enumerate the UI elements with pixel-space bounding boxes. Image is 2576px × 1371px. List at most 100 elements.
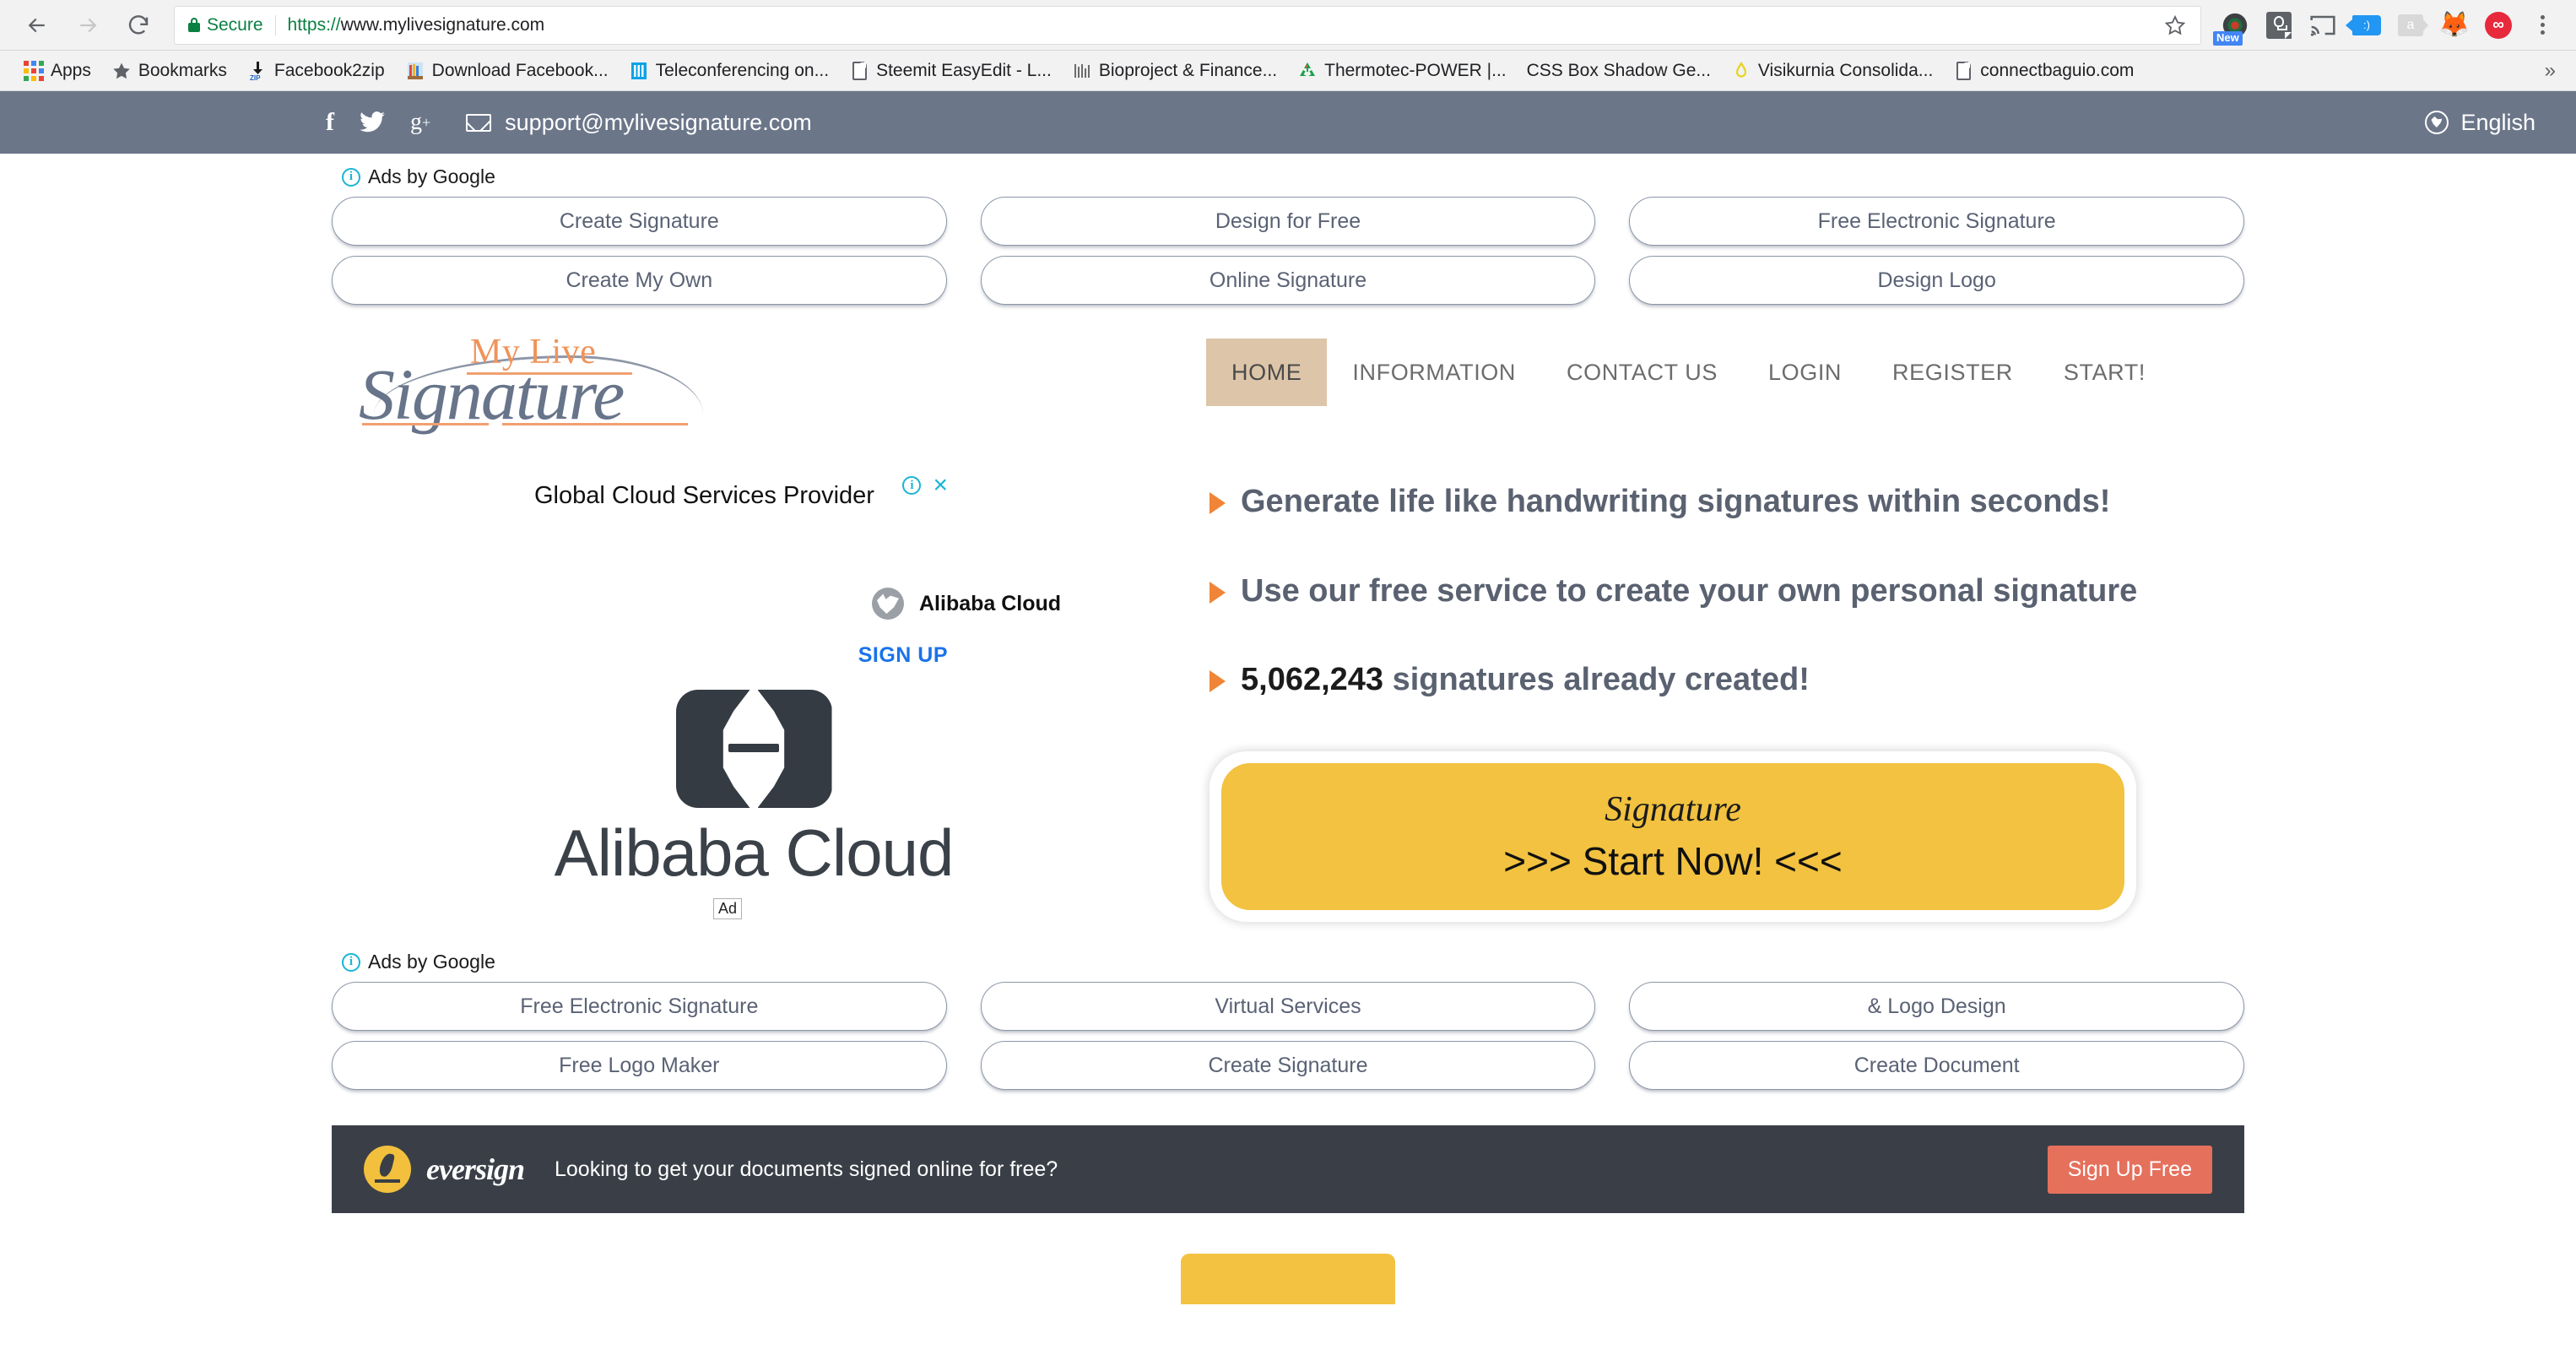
eversign-signup-button[interactable]: Sign Up Free [2047,1145,2212,1194]
security-indicator[interactable]: Secure [188,15,263,35]
nav-item-information[interactable]: INFORMATION [1327,339,1541,406]
ad-button-create-signature[interactable]: Create Signature [980,1041,1596,1091]
feature-text-3: 5,062,243 signatures already created! [1241,662,1810,699]
ad-button-free-electronic-signature[interactable]: Free Electronic Signature [1629,197,2244,246]
info-icon[interactable]: i [342,167,360,187]
bookmark-star-icon[interactable] [2163,14,2187,37]
ad-info-icon[interactable]: i [902,476,922,495]
bookmark-thermotec-power[interactable]: Thermotec-POWER |... [1287,57,1517,84]
bottom-ads-section: i Ads by Google Free Electronic Signatur… [332,922,2244,1091]
support-email[interactable]: support@mylivesignature.com [466,110,812,136]
google-keep-icon[interactable] [2259,5,2299,46]
signature-count: 5,062,243 [1241,662,1384,698]
bookmark-apps[interactable]: Apps [14,57,101,84]
bookmark-visikurnia[interactable]: Visikurnia Consolida... [1721,57,1943,84]
bookmark-css-box-shadow[interactable]: CSS Box Shadow Ge... [1517,57,1721,84]
chrome-menu-icon[interactable] [2522,5,2562,46]
video-chat-icon[interactable]: a [2390,5,2431,46]
bookmark-connectbaguio[interactable]: connectbaguio.com [1943,57,2144,84]
yellow-drop-icon [1731,61,1751,81]
nav-item-contact-us[interactable]: CONTACT US [1541,339,1743,406]
ad-button-create-document[interactable]: Create Document [1629,1041,2244,1091]
advertiser-name: Alibaba Cloud [919,591,1062,615]
partial-yellow-button[interactable] [1181,1254,1395,1305]
address-bar[interactable]: Secure https://www.mylivesignature.com [174,5,2201,45]
start-now-button[interactable]: Signature >>> Start Now! <<< [1221,763,2124,911]
site-logo[interactable]: Signature My Live [359,328,713,435]
language-selector[interactable]: English [2425,110,2535,136]
firefox-fox-icon[interactable]: 🦊 [2434,5,2475,46]
bookmark-bioproject-finance[interactable]: Bioproject & Finance... [1062,57,1287,84]
browser-toolbar: Secure https://www.mylivesignature.com N… [0,0,2576,51]
feature-bullet-1: Generate life like handwriting signature… [1210,484,2244,521]
page-body: i Ads by Google Create Signature Design … [0,154,2576,1305]
info-icon[interactable]: i [342,952,360,972]
ad-button-logo-design[interactable]: & Logo Design [1629,982,2244,1032]
bookmark-teleconferencing[interactable]: Teleconferencing on... [619,57,839,84]
below-fold-peek [332,1254,2244,1305]
bookmark-bookmarks[interactable]: Bookmarks [101,57,237,84]
nav-item-start[interactable]: START! [2038,339,2171,406]
ad-close-icon[interactable]: × [933,473,948,498]
ad-button-free-electronic-signature[interactable]: Free Electronic Signature [332,982,947,1032]
ad-button-design-logo[interactable]: Design Logo [1629,256,2244,305]
bookmarks-overflow-icon[interactable]: » [2545,59,2562,83]
back-icon[interactable] [14,2,61,49]
twitter-icon[interactable] [360,111,385,133]
ad-button-virtual-services[interactable]: Virtual Services [980,982,1596,1032]
ad-signup-link[interactable]: SIGN UP [534,620,1176,668]
eversign-logo: eversign [364,1146,525,1194]
blue-bars-icon [629,61,649,81]
logo-mylive-text: My Live [470,333,597,371]
bookmark-facebook2zip[interactable]: ZIP Facebook2zip [237,57,395,84]
bookmark-label: Apps [51,60,91,80]
ad-button-online-signature[interactable]: Online Signature [980,256,1596,305]
ad-button-design-for-free[interactable]: Design for Free [980,197,1596,246]
ad-advertiser: Alibaba Cloud [534,510,1176,620]
content-container: i Ads by Google Create Signature Design … [332,154,2244,1305]
nav-item-register[interactable]: REGISTER [1867,339,2038,406]
quill-icon [364,1146,411,1194]
globe-icon [2425,111,2449,134]
bookmark-label: Facebook2zip [273,60,385,80]
logo-underline-right [502,423,688,425]
colorful-folder-icon [405,61,425,81]
facebook-icon[interactable]: f [326,110,334,135]
logo-underline-left [362,423,489,425]
bookmark-label: Download Facebook... [431,60,609,80]
envelope-icon [466,113,492,132]
reload-icon[interactable] [115,2,162,49]
url-scheme: https:// [287,14,341,35]
ad-button-create-my-own[interactable]: Create My Own [332,256,947,305]
forward-icon[interactable] [64,2,111,49]
top-ads-label: i Ads by Google [332,154,2244,197]
ad-button-free-logo-maker[interactable]: Free Logo Maker [332,1041,947,1091]
google-plus-icon[interactable]: g + [410,111,430,134]
bookmark-steemit-easyedit[interactable]: Steemit EasyEdit - L... [839,57,1062,84]
bookmark-label: Bookmarks [138,60,227,80]
camera-extension-icon[interactable]: New [2213,5,2255,46]
top-ad-buttons: Create Signature Design for Free Free El… [332,197,2244,305]
ads-by-google-text: Ads by Google [368,951,495,973]
display-ad-card[interactable]: i × Global Cloud Services Provider Aliba… [332,460,1176,922]
eversign-banner[interactable]: eversign Looking to get your documents s… [332,1125,2244,1214]
start-now-cta-shell: Signature >>> Start Now! <<< [1210,751,2136,923]
signature-count-suffix: signatures already created! [1383,662,1810,698]
new-badge: New [2213,31,2243,46]
ad-button-create-signature[interactable]: Create Signature [332,197,947,246]
bookmark-download-facebook[interactable]: Download Facebook... [395,57,619,84]
star-icon [111,61,132,81]
nav-item-login[interactable]: LOGIN [1743,339,1867,406]
logo-underline-top [467,372,632,375]
url-text: https://www.mylivesignature.com [288,15,545,35]
lastpass-icon[interactable]: ∞ [2478,5,2519,46]
alibaba-cloud-mark-icon [675,690,832,808]
tag-extension-icon[interactable]: :) [2346,5,2387,46]
cast-icon[interactable] [2303,5,2343,46]
advertiser-logo: Alibaba Cloud Ad [534,668,1176,919]
support-email-text: support@mylivesignature.com [505,109,812,135]
bookmark-label: Steemit EasyEdit - L... [876,60,1052,80]
document-icon [849,61,869,81]
bottom-ad-buttons: Free Electronic Signature Virtual Servic… [332,982,2244,1091]
nav-item-home[interactable]: HOME [1206,339,1328,406]
